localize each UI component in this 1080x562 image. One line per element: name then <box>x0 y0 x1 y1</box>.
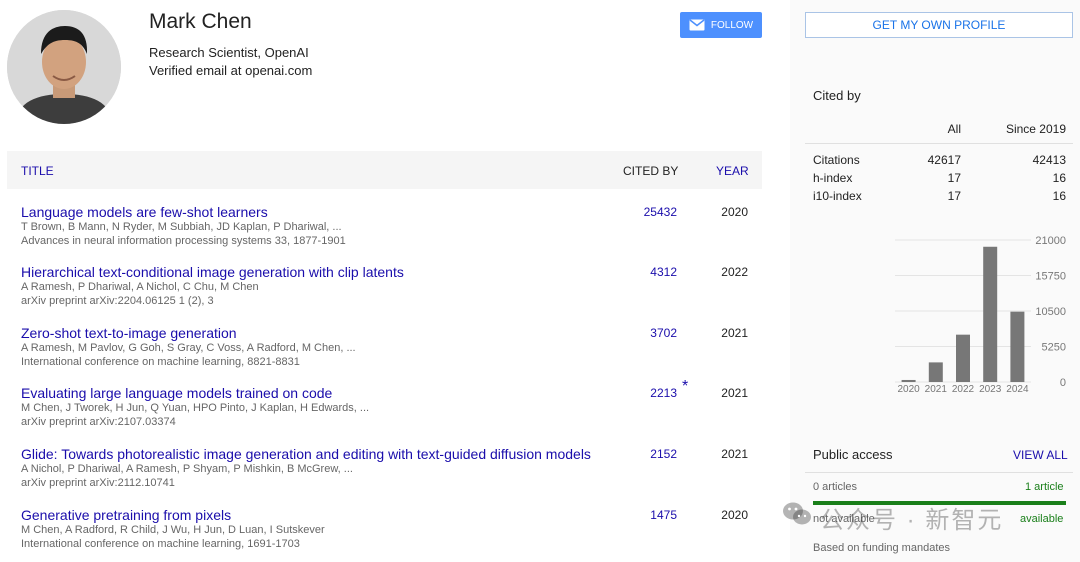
funding-mandates-note: Based on funding mandates <box>813 542 950 554</box>
stat-since: 16 <box>1052 171 1066 185</box>
stat-all: 17 <box>947 171 961 185</box>
public-access-divider <box>805 472 1073 473</box>
watermark: 公众号 · 新智元 <box>782 500 1003 535</box>
sort-by-title[interactable]: TITLE <box>21 164 54 178</box>
stats-row-citations: Citations 42617 42413 <box>805 153 1073 171</box>
article-title-link[interactable]: Generative pretraining from pixels <box>21 507 231 523</box>
cited-by-heading: Cited by <box>813 88 861 103</box>
article-title-link[interactable]: Glide: Towards photorealistic image gene… <box>21 446 591 462</box>
view-all-link[interactable]: VIEW ALL <box>1013 448 1068 462</box>
article-year: 2021 <box>721 447 748 461</box>
chart-bar-2021[interactable] <box>928 362 943 382</box>
chart-y-tick-label: 21000 <box>1035 235 1066 247</box>
stat-label: h-index <box>813 171 853 185</box>
article-row: Zero-shot text-to-image generation A Ram… <box>0 325 780 383</box>
article-authors: M Chen, J Tworek, H Jun, Q Yuan, HPO Pin… <box>21 402 370 414</box>
cited-by-header: CITED BY <box>623 164 679 178</box>
article-year: 2021 <box>721 326 748 340</box>
stats-header-all: All <box>947 122 961 136</box>
chart-x-tick-label: 2024 <box>1006 384 1029 395</box>
wechat-icon <box>782 501 812 534</box>
available-label: available <box>1020 513 1064 525</box>
article-venue: International conference on machine lear… <box>21 356 300 368</box>
article-row: Language models are few-shot learners T … <box>0 204 780 262</box>
article-venue: arXiv preprint arXiv:2112.10741 <box>21 477 175 489</box>
article-title-link[interactable]: Zero-shot text-to-image generation <box>21 325 237 341</box>
stats-header: All Since 2019 <box>805 118 1073 144</box>
chart-bar-2023[interactable] <box>983 246 998 382</box>
stat-since: 42413 <box>1032 153 1066 167</box>
article-row: Evaluating large language models trained… <box>0 378 780 443</box>
profile-name: Mark Chen <box>149 10 252 33</box>
mail-icon <box>689 19 705 31</box>
stat-label: i10-index <box>813 189 862 203</box>
article-title-link[interactable]: Evaluating large language models trained… <box>21 385 332 401</box>
article-title-link[interactable]: Language models are few-shot learners <box>21 204 268 220</box>
article-year: 2021 <box>721 386 748 400</box>
article-cited-count[interactable]: 2213 <box>620 386 677 400</box>
profile-affiliation: Research Scientist, OpenAI <box>149 45 309 60</box>
article-venue: Advances in neural information processin… <box>21 235 346 247</box>
article-authors: M Chen, A Radford, R Child, J Wu, H Jun,… <box>21 524 325 536</box>
not-available-count-link[interactable]: 0 articles <box>813 481 857 493</box>
chart-bar-2020[interactable] <box>901 379 916 382</box>
article-row: Generative pretraining from pixels M Che… <box>0 507 780 562</box>
stat-all: 17 <box>947 189 961 203</box>
article-venue: International conference on machine lear… <box>21 538 300 550</box>
article-venue: arXiv preprint arXiv:2204.06125 1 (2), 3 <box>21 295 214 307</box>
articles-table-header: TITLE CITED BY YEAR <box>7 151 762 189</box>
chart-y-tick-label: 0 <box>1060 377 1066 389</box>
article-year: 2020 <box>721 508 748 522</box>
article-year: 2020 <box>721 205 748 219</box>
stat-since: 16 <box>1052 189 1066 203</box>
chart-y-tick-label: 15750 <box>1035 271 1066 283</box>
citations-per-year-chart: 0 5250 10500 15750 21000 2020 2021 2022 2023 2024 <box>795 228 1080 398</box>
article-row: Hierarchical text-conditional image gene… <box>0 264 780 322</box>
article-row: Glide: Towards photorealistic image gene… <box>0 446 780 504</box>
article-cited-count[interactable]: 3702 <box>620 326 677 340</box>
stats-row-h-index: h-index 17 16 <box>805 171 1073 189</box>
available-count-link[interactable]: 1 article <box>1025 481 1064 493</box>
public-access-heading: Public access <box>813 447 893 462</box>
article-title-link[interactable]: Hierarchical text-conditional image gene… <box>21 264 404 280</box>
article-cited-count[interactable]: 25432 <box>620 205 677 219</box>
citations-chart-svg: 0 5250 10500 15750 21000 2020 2021 2022 2023 2024 <box>895 235 1066 395</box>
article-authors: A Ramesh, P Dhariwal, A Nichol, C Chu, M… <box>21 281 259 293</box>
profile-email: Verified email at openai.com <box>149 63 313 78</box>
article-authors: T Brown, B Mann, N Ryder, M Subbiah, JD … <box>21 221 342 233</box>
merged-citations-marker: * <box>682 378 689 395</box>
chart-x-tick-label: 2021 <box>925 384 948 395</box>
stat-all: 42617 <box>927 153 961 167</box>
article-authors: A Nichol, P Dhariwal, A Ramesh, P Shyam,… <box>21 463 353 475</box>
chart-bar-2022[interactable] <box>956 334 970 382</box>
article-venue: arXiv preprint arXiv:2107.03374 <box>21 416 176 428</box>
article-cited-count[interactable]: 4312 <box>620 265 677 279</box>
chart-bar-2024[interactable] <box>1010 311 1025 382</box>
follow-button[interactable]: FOLLOW <box>680 12 762 38</box>
profile-photo <box>7 10 121 124</box>
chart-y-tick-label: 5250 <box>1042 342 1066 354</box>
watermark-text: 公众号 · 新智元 <box>820 507 1004 534</box>
article-year: 2022 <box>721 265 748 279</box>
article-cited-count[interactable]: 2152 <box>620 447 677 461</box>
stats-row-i10-index: i10-index 17 16 <box>805 189 1073 207</box>
stats-header-since: Since 2019 <box>1005 122 1066 136</box>
follow-label: FOLLOW <box>710 19 754 31</box>
chart-x-tick-label: 2020 <box>897 384 920 395</box>
get-my-own-profile-button[interactable]: GET MY OWN PROFILE <box>805 12 1073 38</box>
sort-by-year[interactable]: YEAR <box>716 164 749 178</box>
article-authors: A Ramesh, M Pavlov, G Goh, S Gray, C Vos… <box>21 342 356 354</box>
stat-label: Citations <box>813 153 860 167</box>
chart-y-tick-label: 10500 <box>1035 306 1066 318</box>
article-cited-count[interactable]: 1475 <box>620 508 677 522</box>
chart-x-tick-label: 2022 <box>952 384 975 395</box>
chart-x-tick-label: 2023 <box>979 384 1002 395</box>
